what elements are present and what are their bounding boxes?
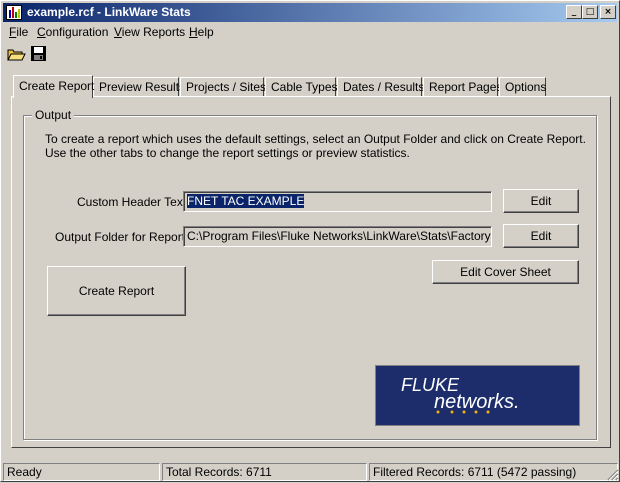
- tab-projects-sites[interactable]: Projects / Sites: [180, 77, 266, 97]
- fluke-networks-logo: FLUKE networks.: [375, 365, 580, 426]
- status-bar: Ready Total Records: 6711 Filtered Recor…: [1, 461, 620, 483]
- floppy-disk-icon[interactable]: [29, 44, 49, 64]
- app-bar-chart-icon[interactable]: [6, 5, 22, 20]
- status-total-records: Total Records: 6711: [162, 463, 367, 481]
- tab-options[interactable]: Options: [499, 77, 546, 97]
- output-folder-field[interactable]: C:\Program Files\Fluke Networks\LinkWare…: [183, 226, 492, 247]
- custom-header-label: Custom Header Text:: [77, 195, 190, 209]
- menu-view-reports[interactable]: View Reports: [114, 25, 185, 39]
- custom-header-value: FNET TAC EXAMPLE: [187, 194, 305, 208]
- tab-cable-types[interactable]: Cable Types: [265, 77, 338, 97]
- create-report-button[interactable]: Create Report: [47, 266, 186, 316]
- menu-help-accel: H: [189, 25, 198, 39]
- title-bar[interactable]: example.rcf - LinkWare Stats _ □ ×: [3, 3, 617, 22]
- app-window: example.rcf - LinkWare Stats _ □ × File …: [0, 0, 620, 482]
- tab-dates-results[interactable]: Dates / Results: [337, 77, 424, 97]
- edit-folder-button[interactable]: Edit: [503, 224, 579, 248]
- toolbar: [3, 43, 617, 65]
- window-title: example.rcf - LinkWare Stats: [27, 5, 191, 19]
- menu-file-label: ile: [16, 25, 29, 39]
- tab-preview-results[interactable]: Preview Results: [93, 77, 185, 97]
- tab-report-pages[interactable]: Report Pages: [423, 77, 502, 97]
- edit-cover-sheet-button[interactable]: Edit Cover Sheet: [432, 260, 579, 284]
- status-filtered-records: Filtered Records: 6711 (5472 passing): [369, 463, 618, 481]
- logo-sub-text: networks.: [434, 391, 520, 413]
- status-state: Ready: [3, 463, 160, 481]
- menu-help[interactable]: Help: [189, 25, 214, 39]
- menu-file[interactable]: File: [9, 25, 28, 39]
- menu-configuration[interactable]: Configuration: [37, 25, 108, 39]
- maximize-button[interactable]: □: [582, 5, 598, 19]
- output-folder-label: Output Folder for Reports:: [55, 230, 195, 244]
- menu-help-label: elp: [197, 25, 214, 39]
- close-button[interactable]: ×: [600, 5, 616, 19]
- output-group-label: Output: [32, 108, 75, 122]
- open-folder-icon[interactable]: [6, 44, 26, 64]
- output-folder-value: C:\Program Files\Fluke Networks\LinkWare…: [187, 229, 492, 243]
- menu-view-reports-label: iew Reports: [121, 25, 186, 39]
- edit-header-button[interactable]: Edit: [503, 189, 579, 213]
- menu-view-reports-accel: V: [114, 25, 122, 39]
- menu-configuration-label: onfiguration: [45, 25, 109, 39]
- resize-grip-icon[interactable]: [607, 469, 619, 481]
- menu-bar: File Configuration View Reports Help: [3, 23, 617, 41]
- menu-configuration-accel: C: [37, 25, 46, 39]
- tab-create-report[interactable]: Create Report: [13, 75, 94, 98]
- custom-header-field[interactable]: FNET TAC EXAMPLE: [183, 191, 492, 212]
- instructions-text: To create a report which uses the defaul…: [45, 132, 586, 160]
- minimize-button[interactable]: _: [566, 5, 582, 19]
